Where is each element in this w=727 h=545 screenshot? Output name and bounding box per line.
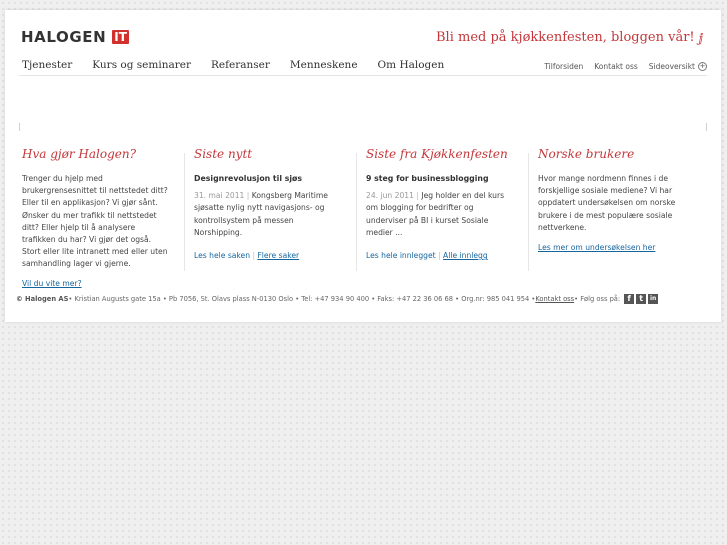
column-norwegian-users: Norske brukere Hvor mange nordmenn finne…	[538, 147, 701, 271]
util-link-sitemap[interactable]: Sideoversikt	[649, 62, 695, 71]
footer-contact-link[interactable]: Kontakt oss	[535, 295, 574, 303]
util-link-frontpage[interactable]: Tilforsiden	[544, 62, 583, 71]
blog-body: 24. jun 2011 | Jeg holder en del kurs om…	[366, 190, 515, 239]
column-heading: Norske brukere	[538, 147, 635, 161]
column-body: Trenger du hjelp med brukergrensesnittet…	[22, 174, 168, 269]
left-bracket-mark: |	[18, 122, 21, 131]
nav-divider	[19, 75, 707, 76]
column-links: Les hele innlegget | Alle innlegg	[366, 251, 515, 260]
column-links: Vil du vite mer?	[22, 279, 171, 288]
utility-nav: Tilforsiden Kontakt oss Sideoversikt +	[533, 62, 707, 71]
news-body: 31. mai 2011 | Kongsberg Maritime sjøsat…	[194, 190, 343, 239]
column-links: Les mer om undersøkelsen her	[538, 243, 687, 252]
column-blog: Siste fra Kjøkkenfesten 9 steg for busin…	[366, 147, 529, 271]
tagline-text: Bli med på kjøkkenfesten, bloggen vår!	[436, 30, 695, 45]
nav-item-om-halogen[interactable]: Om Halogen	[378, 59, 445, 71]
logo-text: HALOGEN	[21, 28, 107, 46]
nav-item-tjenester[interactable]: Tjenester	[22, 59, 72, 71]
blog-post-title: 9 steg for businessblogging	[366, 174, 489, 183]
main-nav: Tjenester Kurs og seminarer Referanser M…	[22, 59, 464, 71]
more-articles-link[interactable]: Flere saker	[257, 251, 299, 260]
nav-item-kurs[interactable]: Kurs og seminarer	[92, 59, 191, 71]
content-columns: Hva gjør Halogen? Trenger du hjelp med b…	[22, 147, 710, 288]
footer-company: © Halogen AS	[16, 295, 69, 303]
all-posts-link[interactable]: Alle innlegg	[443, 251, 488, 260]
column-heading: Siste fra Kjøkkenfesten	[366, 147, 508, 161]
column-links: Les hele saken | Flere saker	[194, 251, 343, 260]
column-heading: Siste nytt	[194, 147, 253, 161]
blog-tagline-link[interactable]: Bli med på kjøkkenfesten, bloggen vår! ⅉ	[436, 30, 703, 45]
blog-date: 24. jun 2011	[366, 191, 414, 201]
read-article-link[interactable]: Les hele saken	[194, 251, 250, 260]
nav-item-referanser[interactable]: Referanser	[211, 59, 270, 71]
linkedin-icon[interactable]: in	[648, 294, 659, 304]
column-news: Siste nytt Designrevolusjon til sjøs 31.…	[194, 147, 357, 271]
news-date: 31. mai 2011	[194, 191, 245, 201]
halogen-logo[interactable]: HALOGEN IT	[21, 28, 129, 46]
twitter-icon[interactable]: t	[636, 294, 647, 304]
spoon-icon: ⅉ	[698, 30, 703, 45]
footer-address: • Kristian Augusts gate 15a • Pb 7056, S…	[68, 295, 536, 303]
logo-mark: IT	[112, 30, 129, 44]
column-body: Hvor mange nordmenn finnes i de forskjel…	[538, 174, 676, 232]
footer-follow: • Følg oss på:	[574, 295, 621, 303]
read-more-link[interactable]: Vil du vite mer?	[22, 279, 82, 288]
plus-circle-icon[interactable]: +	[698, 62, 707, 71]
date-separator: |	[244, 191, 252, 201]
util-link-contact[interactable]: Kontakt oss	[594, 62, 638, 71]
survey-link[interactable]: Les mer om undersøkelsen her	[538, 243, 655, 252]
column-heading: Hva gjør Halogen?	[22, 147, 137, 161]
nav-item-menneskene[interactable]: Menneskene	[290, 59, 358, 71]
news-title: Designrevolusjon til sjøs	[194, 174, 303, 183]
right-bracket-mark: |	[705, 122, 708, 131]
page-container: HALOGEN IT Bli med på kjøkkenfesten, blo…	[5, 10, 721, 322]
column-what-we-do: Hva gjør Halogen? Trenger du hjelp med b…	[22, 147, 185, 288]
read-post-link[interactable]: Les hele innlegget	[366, 251, 436, 260]
link-separator: |	[435, 251, 444, 261]
facebook-icon[interactable]: f	[624, 294, 635, 304]
footer: © Halogen AS • Kristian Augusts gate 15a…	[16, 294, 659, 304]
